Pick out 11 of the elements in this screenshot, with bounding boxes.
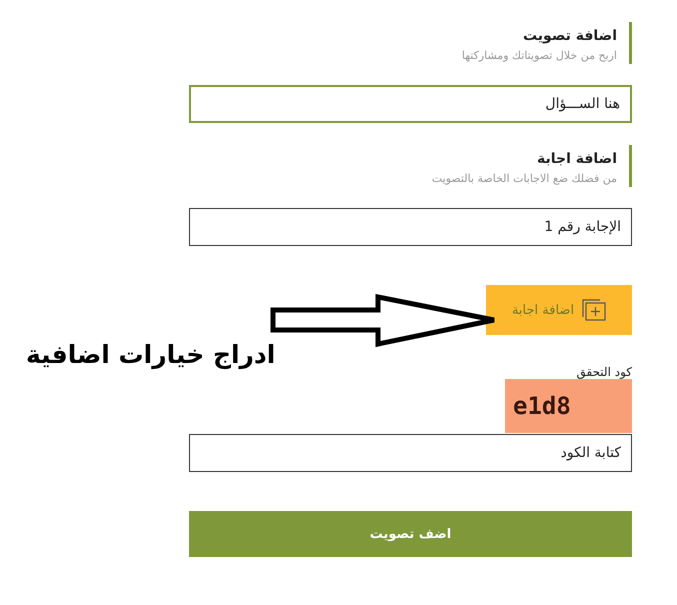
code-field[interactable]: كتابة الكود	[189, 434, 632, 472]
captcha-label: كود التحقق	[576, 365, 632, 379]
section-subtitle: اربح من خلال تصويتاتك ومشاركتها	[462, 49, 617, 62]
section-subtitle: من فضلك ضع الاجابات الخاصة بالتصويت	[432, 172, 617, 185]
text-field[interactable]: الإجابة رقم 1	[189, 208, 632, 246]
section-title: اضافة اجابة	[536, 151, 617, 167]
text-field[interactable]: هنا الســـؤال	[189, 85, 632, 123]
section-title: اضافة تصويت	[522, 28, 617, 44]
captcha-image: e1d8	[505, 379, 632, 433]
add-copy-icon	[582, 299, 606, 321]
annotation-text: ادراج خيارات اضافية	[26, 340, 276, 369]
